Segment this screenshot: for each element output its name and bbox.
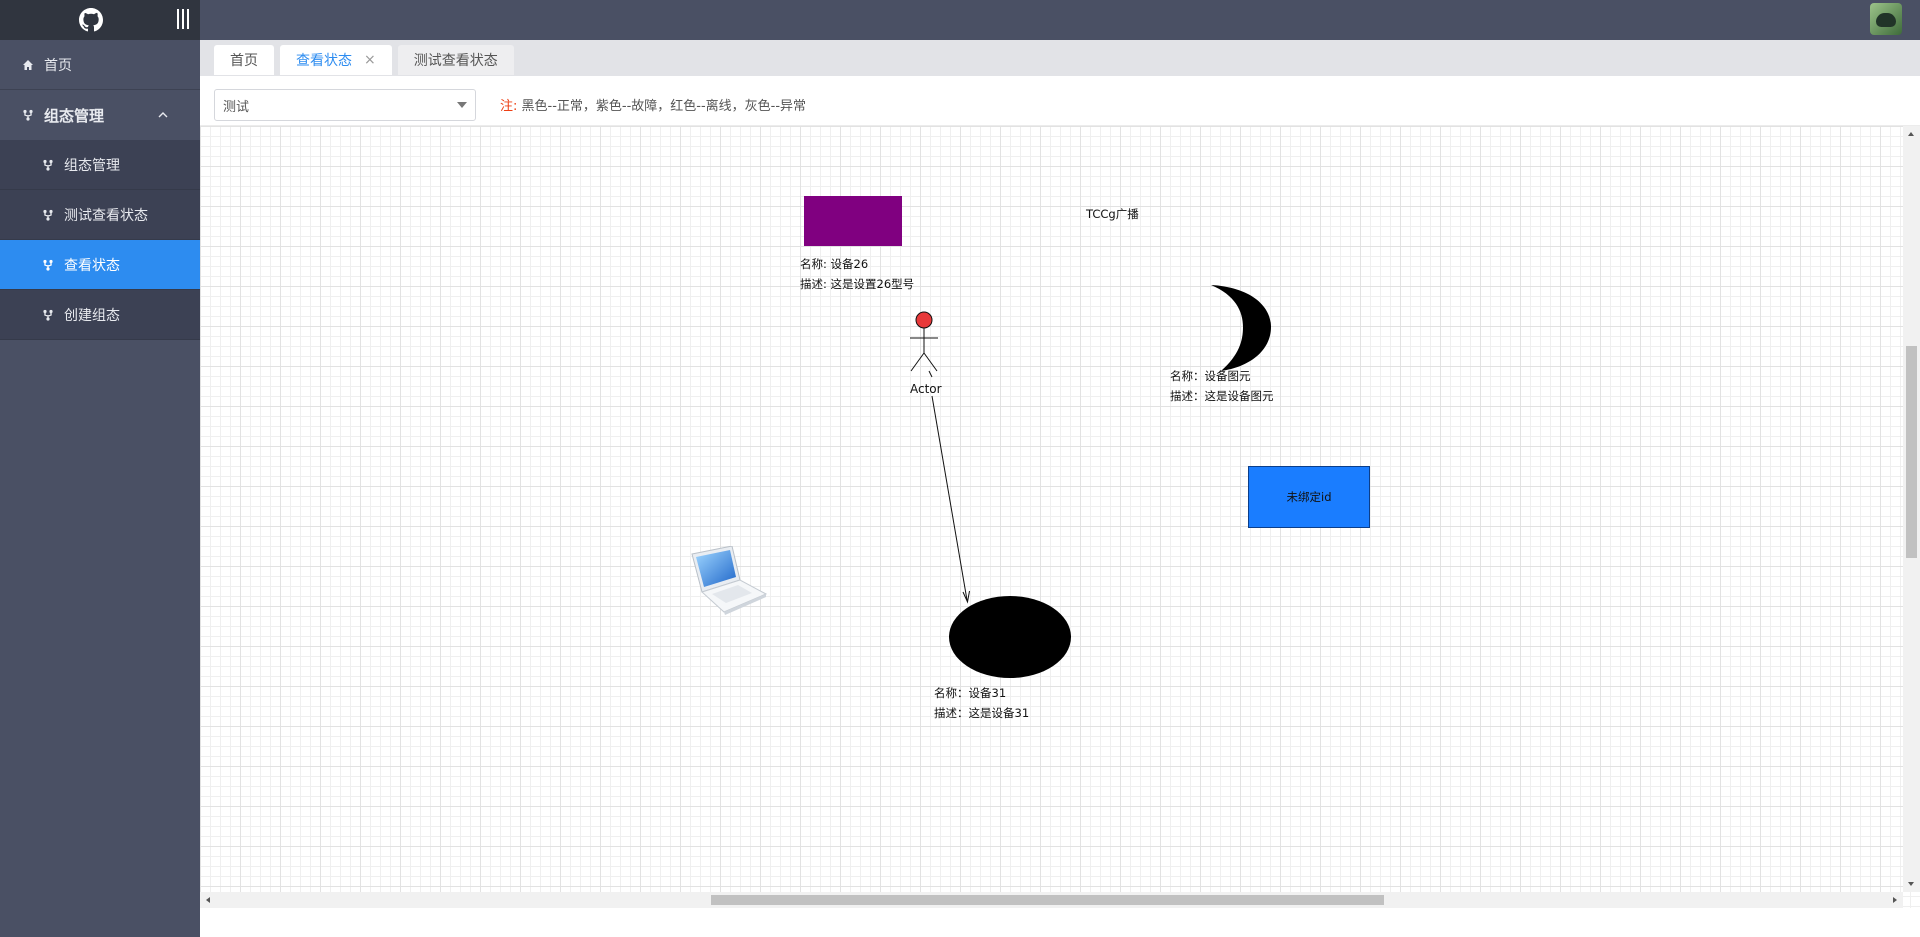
home-icon (23, 59, 33, 70)
moon-device-desc: 描述：这是设备图元 (1170, 389, 1274, 403)
legend-note: 注: 黑色--正常，紫色--故障，红色--离线，灰色--异常 (500, 95, 806, 114)
top-header (200, 0, 1920, 40)
fork-icon (43, 309, 53, 321)
chevron-up-icon (158, 112, 168, 118)
tab-label: 查看状态 (296, 53, 352, 69)
logo-bar (0, 0, 200, 40)
sidebar-item-test-view-status[interactable]: 测试查看状态 (0, 190, 200, 240)
fork-icon (43, 259, 53, 271)
scroll-left-icon[interactable] (206, 897, 210, 903)
device-26-name: 名称: 设备26 (800, 257, 869, 271)
device-31-desc: 描述：这是设备31 (934, 706, 1030, 720)
select-value: 测试 (223, 99, 250, 115)
sidebar-item-label: 组态管理 (64, 157, 120, 174)
moon-device-shape[interactable] (1209, 285, 1271, 371)
fork-icon (43, 209, 53, 221)
actor-figure[interactable] (910, 311, 938, 372)
device-31-name: 名称：设备31 (934, 686, 1007, 700)
tab-test-view-status[interactable]: 测试查看状态 (397, 45, 514, 75)
unbound-device-rect[interactable]: 未绑定id (1248, 466, 1370, 528)
tab-home[interactable]: 首页 (214, 45, 274, 75)
sidebar-item-config-manage[interactable]: 组态管理 (0, 140, 200, 190)
tabs-bar: 首页 查看状态 × 测试查看状态 (200, 40, 1920, 76)
device-26-rect[interactable] (804, 196, 902, 246)
avatar[interactable] (1870, 3, 1902, 35)
sidebar-group-config[interactable]: 组态管理 (0, 90, 200, 140)
sidebar-item-label: 首页 (44, 57, 72, 74)
footer-strip (200, 908, 1920, 937)
device-26-desc: 描述: 这是设置26型号 (800, 277, 915, 291)
horizontal-scroll-thumb[interactable] (711, 895, 1384, 905)
sidebar-item-view-status[interactable]: 查看状态 (0, 240, 200, 290)
github-icon[interactable] (79, 8, 103, 32)
config-select[interactable]: 测试 (214, 89, 476, 121)
sidebar: 首页 组态管理 组态管理 测试查看状态 查看状态 创建组态 (0, 0, 200, 937)
connector-line[interactable] (928, 370, 970, 604)
unbound-device-label: 未绑定id (1286, 490, 1332, 504)
sidebar-item-label: 创建组态 (64, 307, 120, 324)
tab-label: 首页 (230, 53, 258, 69)
tab-label: 测试查看状态 (413, 53, 498, 69)
broadcast-text[interactable]: TCCg广播 (1086, 204, 1139, 224)
diagram-canvas[interactable]: 名称: 设备26 描述: 这是设置26型号 TCCg广播 Actor 名称：设备… (200, 126, 1920, 908)
sidebar-group-label: 组态管理 (44, 106, 105, 125)
toolbar: 测试 注: 黑色--正常，紫色--故障，红色--离线，灰色--异常 (200, 76, 1920, 126)
sidebar-item-home[interactable]: 首页 (0, 40, 200, 90)
moon-device-name: 名称：设备图元 (1170, 369, 1251, 383)
actor-label: Actor (910, 382, 942, 396)
caret-down-icon (457, 102, 467, 108)
sidebar-item-label: 查看状态 (64, 257, 120, 274)
horizontal-scrollbar[interactable] (200, 892, 1903, 908)
laptop-icon[interactable] (688, 546, 770, 628)
menu-bars-icon[interactable] (177, 9, 191, 31)
vertical-scrollbar[interactable] (1903, 126, 1920, 892)
scroll-down-icon[interactable] (1908, 882, 1914, 886)
sidebar-item-label: 测试查看状态 (64, 207, 148, 224)
vertical-scroll-thumb[interactable] (1906, 346, 1917, 558)
note-label: 注: (500, 99, 518, 114)
fork-icon (43, 159, 53, 171)
tab-view-status[interactable]: 查看状态 × (280, 45, 392, 75)
device-31-ellipse[interactable] (949, 596, 1071, 678)
note-text: 黑色--正常，紫色--故障，红色--离线，灰色--异常 (521, 99, 807, 114)
scroll-up-icon[interactable] (1908, 132, 1914, 136)
close-icon[interactable]: × (364, 52, 376, 68)
fork-icon (23, 109, 33, 121)
scroll-right-icon[interactable] (1893, 897, 1897, 903)
sidebar-item-create-config[interactable]: 创建组态 (0, 290, 200, 340)
